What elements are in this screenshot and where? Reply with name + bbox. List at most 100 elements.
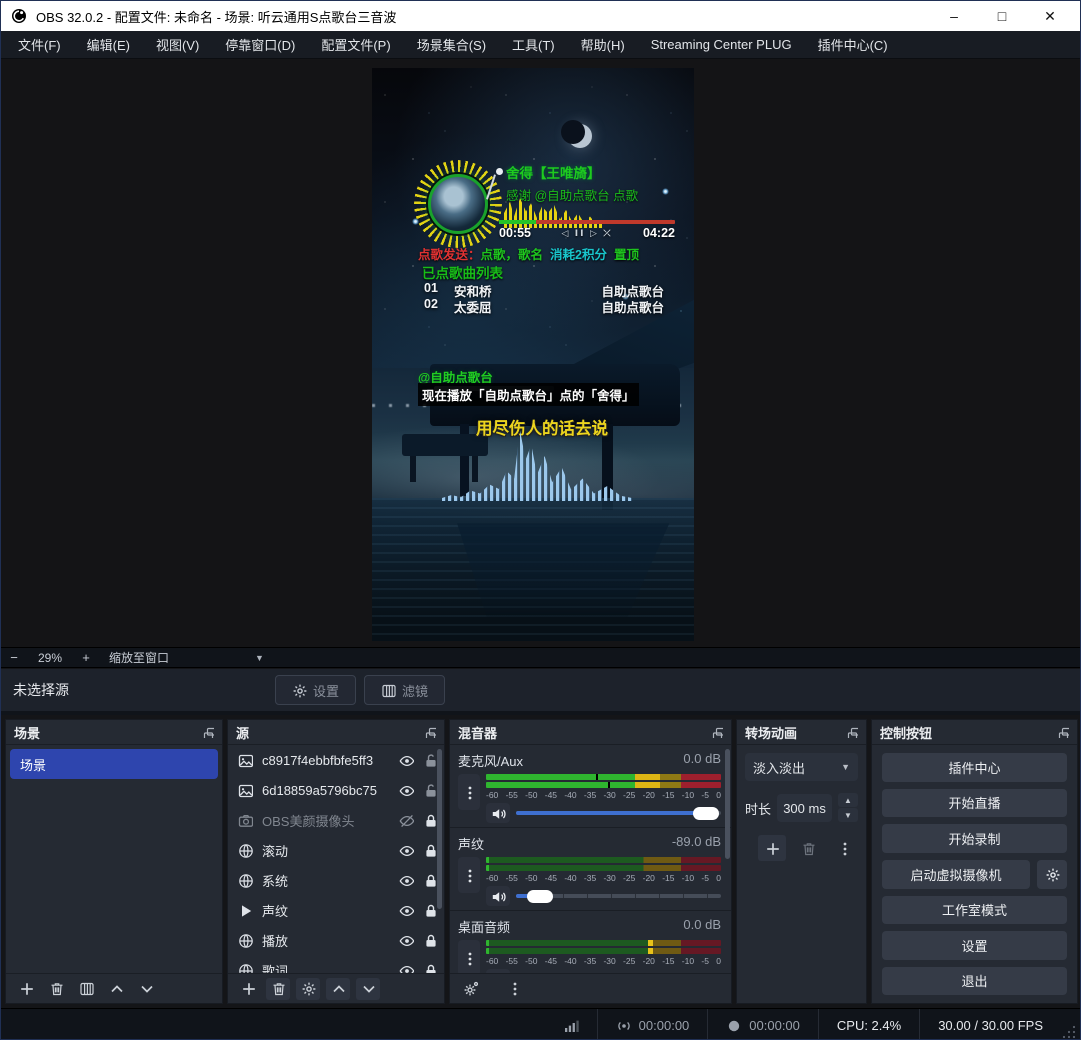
lock-icon[interactable] (423, 843, 438, 858)
studio-mode-button[interactable]: 工作室模式 (882, 896, 1067, 925)
menu-view[interactable]: 视图(V) (143, 30, 212, 59)
popout-icon[interactable] (711, 726, 723, 738)
menu-docks[interactable]: 停靠窗口(D) (212, 30, 308, 59)
maximize-button[interactable]: □ (982, 4, 1022, 28)
visibility-eye-icon[interactable] (399, 843, 414, 858)
menu-tools[interactable]: 工具(T) (499, 30, 568, 59)
zoom-fit-label[interactable]: 缩放至窗口 (109, 649, 219, 666)
zoom-out-button[interactable]: − (1, 650, 27, 665)
source-row[interactable]: 播放 (228, 925, 444, 955)
visibility-eye-icon[interactable] (399, 903, 414, 918)
request-command: 点歌，歌名 (481, 248, 544, 262)
scene-item-selected[interactable]: 场景 (10, 749, 218, 779)
start-virtual-camera-button[interactable]: 启动虚拟摄像机 (882, 860, 1030, 889)
mute-speaker-button[interactable] (486, 886, 510, 906)
scene-filters-button[interactable] (74, 978, 98, 1000)
video-preview[interactable]: 舍得【王唯旖】 感谢 @自助点歌台 点歌 00:55 ◁ ⅠⅠ ▷ ⤫ 04:2… (372, 68, 694, 641)
close-button[interactable]: ✕ (1030, 4, 1070, 28)
lock-icon[interactable] (423, 873, 438, 888)
volume-slider[interactable] (516, 973, 721, 974)
menu-file[interactable]: 文件(F) (5, 30, 74, 59)
mixer-menu-button[interactable] (502, 978, 526, 1000)
mixer-options-button[interactable] (458, 940, 480, 973)
scene-down-button[interactable] (134, 978, 158, 1000)
source-properties-gear-button[interactable] (296, 978, 320, 1000)
source-row[interactable]: 6d18859a5796bc75 (228, 775, 444, 805)
start-recording-button[interactable]: 开始录制 (882, 824, 1067, 853)
mute-speaker-button[interactable] (486, 969, 510, 973)
source-filters-button[interactable]: 滤镜 (364, 675, 445, 705)
popout-icon[interactable] (424, 726, 436, 738)
start-streaming-button[interactable]: 开始直播 (882, 789, 1067, 818)
scene-up-button[interactable] (104, 978, 128, 1000)
popout-icon[interactable] (1057, 726, 1069, 738)
transition-menu-button[interactable] (830, 835, 858, 861)
popout-icon[interactable] (202, 726, 214, 738)
menu-scene-collection[interactable]: 场景集合(S) (404, 30, 499, 59)
menu-profile[interactable]: 配置文件(P) (308, 30, 403, 59)
lock-open-icon[interactable] (423, 753, 438, 768)
duration-spinbox[interactable]: 300 ms (777, 794, 832, 822)
source-row[interactable]: c8917f4ebbfbfe5ff3 (228, 745, 444, 775)
remove-scene-button[interactable] (44, 978, 68, 1000)
source-up-button[interactable] (326, 978, 350, 1000)
remove-source-button[interactable] (266, 978, 290, 1000)
menu-edit[interactable]: 编辑(E) (74, 30, 143, 59)
lock-icon[interactable] (423, 933, 438, 948)
mixer-scrollbar[interactable] (725, 749, 730, 859)
lock-icon[interactable] (423, 963, 438, 974)
visibility-eye-icon[interactable] (399, 873, 414, 888)
source-row[interactable]: 歌词 (228, 955, 444, 973)
volume-slider[interactable] (516, 807, 721, 820)
menu-streaming-center-plug[interactable]: Streaming Center PLUG (638, 32, 805, 57)
no-source-label: 未选择源 (13, 680, 69, 700)
popout-icon[interactable] (846, 726, 858, 738)
sources-scrollbar[interactable] (437, 749, 442, 909)
lock-open-icon[interactable] (423, 783, 438, 798)
source-row[interactable]: OBS美颜摄像头 (228, 805, 444, 835)
mixer-channel-mic: 麦克风/Aux 0.0 dB -60-55-50-45-40-35-30-25-… (450, 745, 731, 828)
zoom-fit-caret-icon[interactable]: ▼ (255, 653, 264, 663)
visibility-eye-icon[interactable] (399, 963, 414, 974)
exit-button[interactable]: 退出 (882, 967, 1067, 996)
virtual-camera-settings-button[interactable] (1037, 860, 1067, 889)
duration-up-button[interactable]: ▲ (838, 793, 858, 807)
visibility-eye-icon[interactable] (399, 933, 414, 948)
advanced-audio-properties-button[interactable] (458, 978, 482, 1000)
duration-down-button[interactable]: ▼ (838, 808, 858, 822)
plugin-center-button[interactable]: 插件中心 (882, 753, 1067, 782)
add-scene-button[interactable] (14, 978, 38, 1000)
visibility-eye-icon[interactable] (399, 783, 414, 798)
settings-button[interactable]: 设置 (882, 931, 1067, 960)
player-controls-icons: ◁ ⅠⅠ ▷ ⤫ (539, 228, 635, 239)
visibility-eye-off-icon[interactable] (399, 813, 414, 828)
source-row[interactable]: 系统 (228, 865, 444, 895)
volume-meter (486, 940, 721, 946)
menu-plugin-center[interactable]: 插件中心(C) (805, 30, 901, 59)
mixer-options-button[interactable] (458, 774, 480, 810)
mixer-options-button[interactable] (458, 857, 480, 893)
zoom-in-button[interactable]: + (73, 650, 99, 665)
source-row[interactable]: 声纹 (228, 895, 444, 925)
gear-icon (292, 683, 307, 698)
resize-grip-icon[interactable] (1061, 1024, 1076, 1039)
volume-meter (486, 782, 721, 788)
visibility-eye-icon[interactable] (399, 753, 414, 768)
preview-canvas[interactable]: 舍得【王唯旖】 感谢 @自助点歌台 点歌 00:55 ◁ ⅠⅠ ▷ ⤫ 04:2… (1, 59, 1080, 647)
mute-speaker-button[interactable] (486, 803, 510, 823)
source-properties-button[interactable]: 设置 (275, 675, 356, 705)
volume-slider[interactable] (516, 890, 721, 903)
mixer-dock-title: 混音器 (458, 723, 497, 742)
lock-icon[interactable] (423, 903, 438, 918)
transition-select[interactable]: 淡入淡出 ▼ (745, 753, 858, 781)
remove-transition-button[interactable] (794, 835, 822, 861)
lock-icon[interactable] (423, 813, 438, 828)
add-source-button[interactable] (236, 978, 260, 1000)
add-transition-button[interactable] (758, 835, 786, 861)
obs-logo-icon (11, 8, 28, 25)
source-down-button[interactable] (356, 978, 380, 1000)
minimize-button[interactable]: – (934, 4, 974, 28)
menu-help[interactable]: 帮助(H) (568, 30, 638, 59)
controls-dock-title: 控制按钮 (880, 723, 932, 742)
source-row[interactable]: 滚动 (228, 835, 444, 865)
